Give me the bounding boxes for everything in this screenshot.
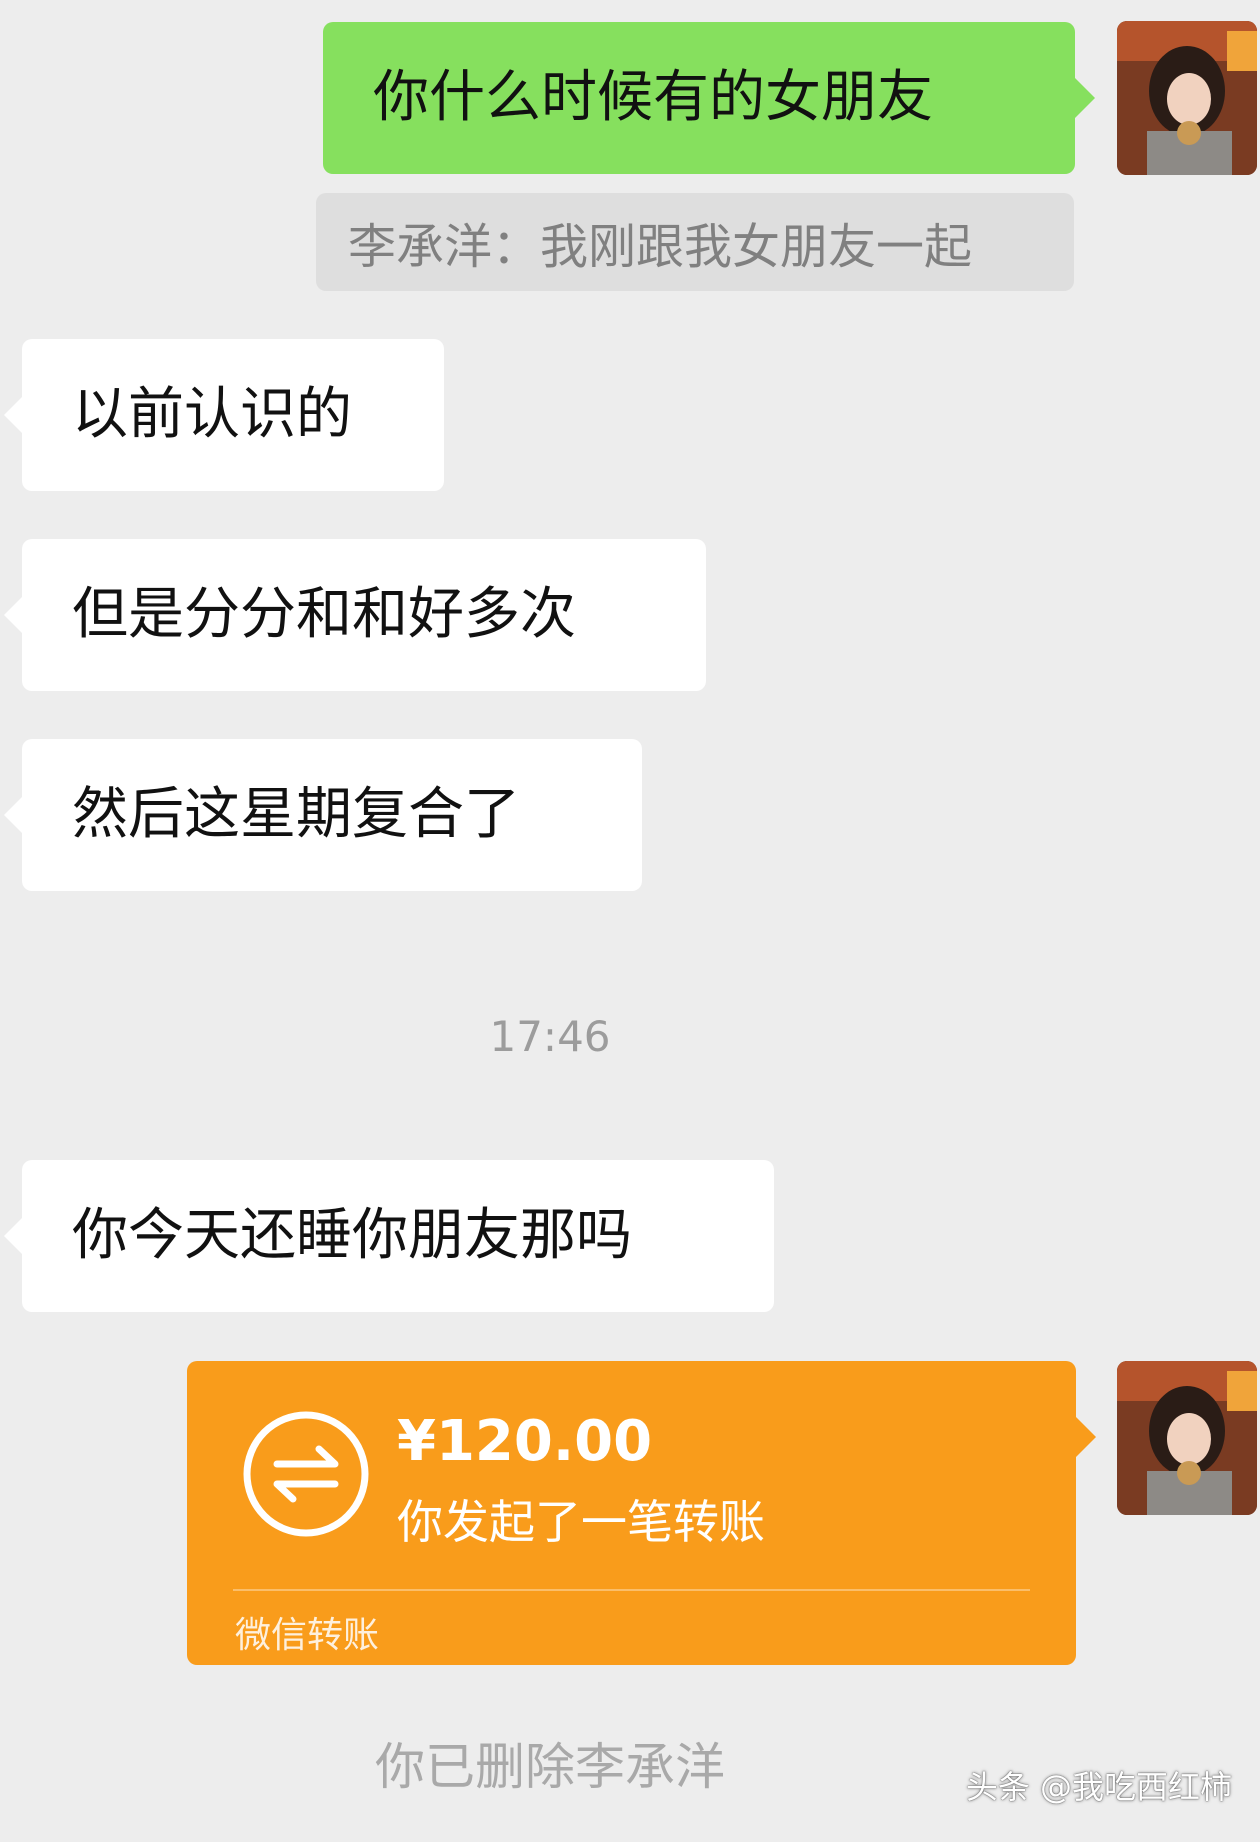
transfer-footer-label: 微信转账 bbox=[235, 1615, 380, 1656]
message-text: 你什么时候有的女朋友 bbox=[373, 65, 933, 130]
watermark: 头条 @我吃西红柿 bbox=[965, 1768, 1232, 1806]
avatar-photo-icon bbox=[1117, 21, 1257, 175]
transfer-arrows-icon bbox=[243, 1411, 369, 1537]
avatar-photo-icon bbox=[1117, 1361, 1257, 1515]
quoted-text: 李承洋：我刚跟我女朋友一起 bbox=[348, 219, 973, 275]
incoming-message-bubble[interactable]: 但是分分和和好多次 bbox=[4, 539, 706, 691]
message-text: 但是分分和和好多次 bbox=[72, 582, 576, 647]
message-text: 你今天还睡你朋友那吗 bbox=[72, 1203, 632, 1268]
transfer-card[interactable]: ¥120.00 你发起了一笔转账 微信转账 bbox=[187, 1361, 1096, 1665]
quoted-message[interactable]: 李承洋：我刚跟我女朋友一起 bbox=[316, 193, 1074, 291]
message-text: 然后这星期复合了 bbox=[72, 782, 520, 847]
incoming-message-bubble[interactable]: 然后这星期复合了 bbox=[4, 739, 642, 891]
message-text: 以前认识的 bbox=[72, 382, 352, 447]
transfer-description: 你发起了一笔转账 bbox=[397, 1495, 765, 1549]
user-avatar[interactable] bbox=[1117, 21, 1257, 175]
incoming-message-bubble[interactable]: 以前认识的 bbox=[4, 339, 444, 491]
user-avatar[interactable] bbox=[1117, 1361, 1257, 1515]
message-timestamp: 17:46 bbox=[489, 1012, 611, 1061]
incoming-message-bubble[interactable]: 你今天还睡你朋友那吗 bbox=[4, 1160, 774, 1312]
transfer-amount: ¥120.00 bbox=[397, 1409, 653, 1474]
system-notice: 你已删除李承洋 bbox=[375, 1738, 725, 1796]
outgoing-message-bubble[interactable]: 你什么时候有的女朋友 bbox=[323, 22, 1095, 174]
transfer-divider bbox=[233, 1589, 1030, 1591]
